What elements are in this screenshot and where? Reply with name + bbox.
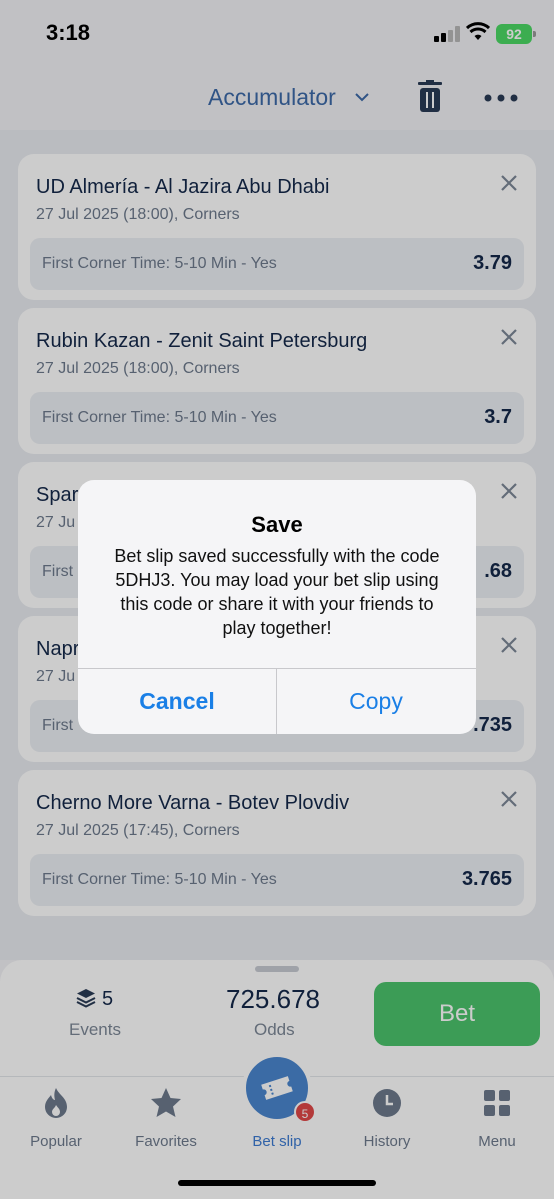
save-dialog: Save Bet slip saved successfully with th… <box>78 480 476 734</box>
copy-button[interactable]: Copy <box>277 668 475 734</box>
dialog-message: Bet slip saved successfully with the cod… <box>114 546 440 638</box>
cancel-button[interactable]: Cancel <box>78 668 276 734</box>
dialog-title: Save <box>251 512 303 537</box>
